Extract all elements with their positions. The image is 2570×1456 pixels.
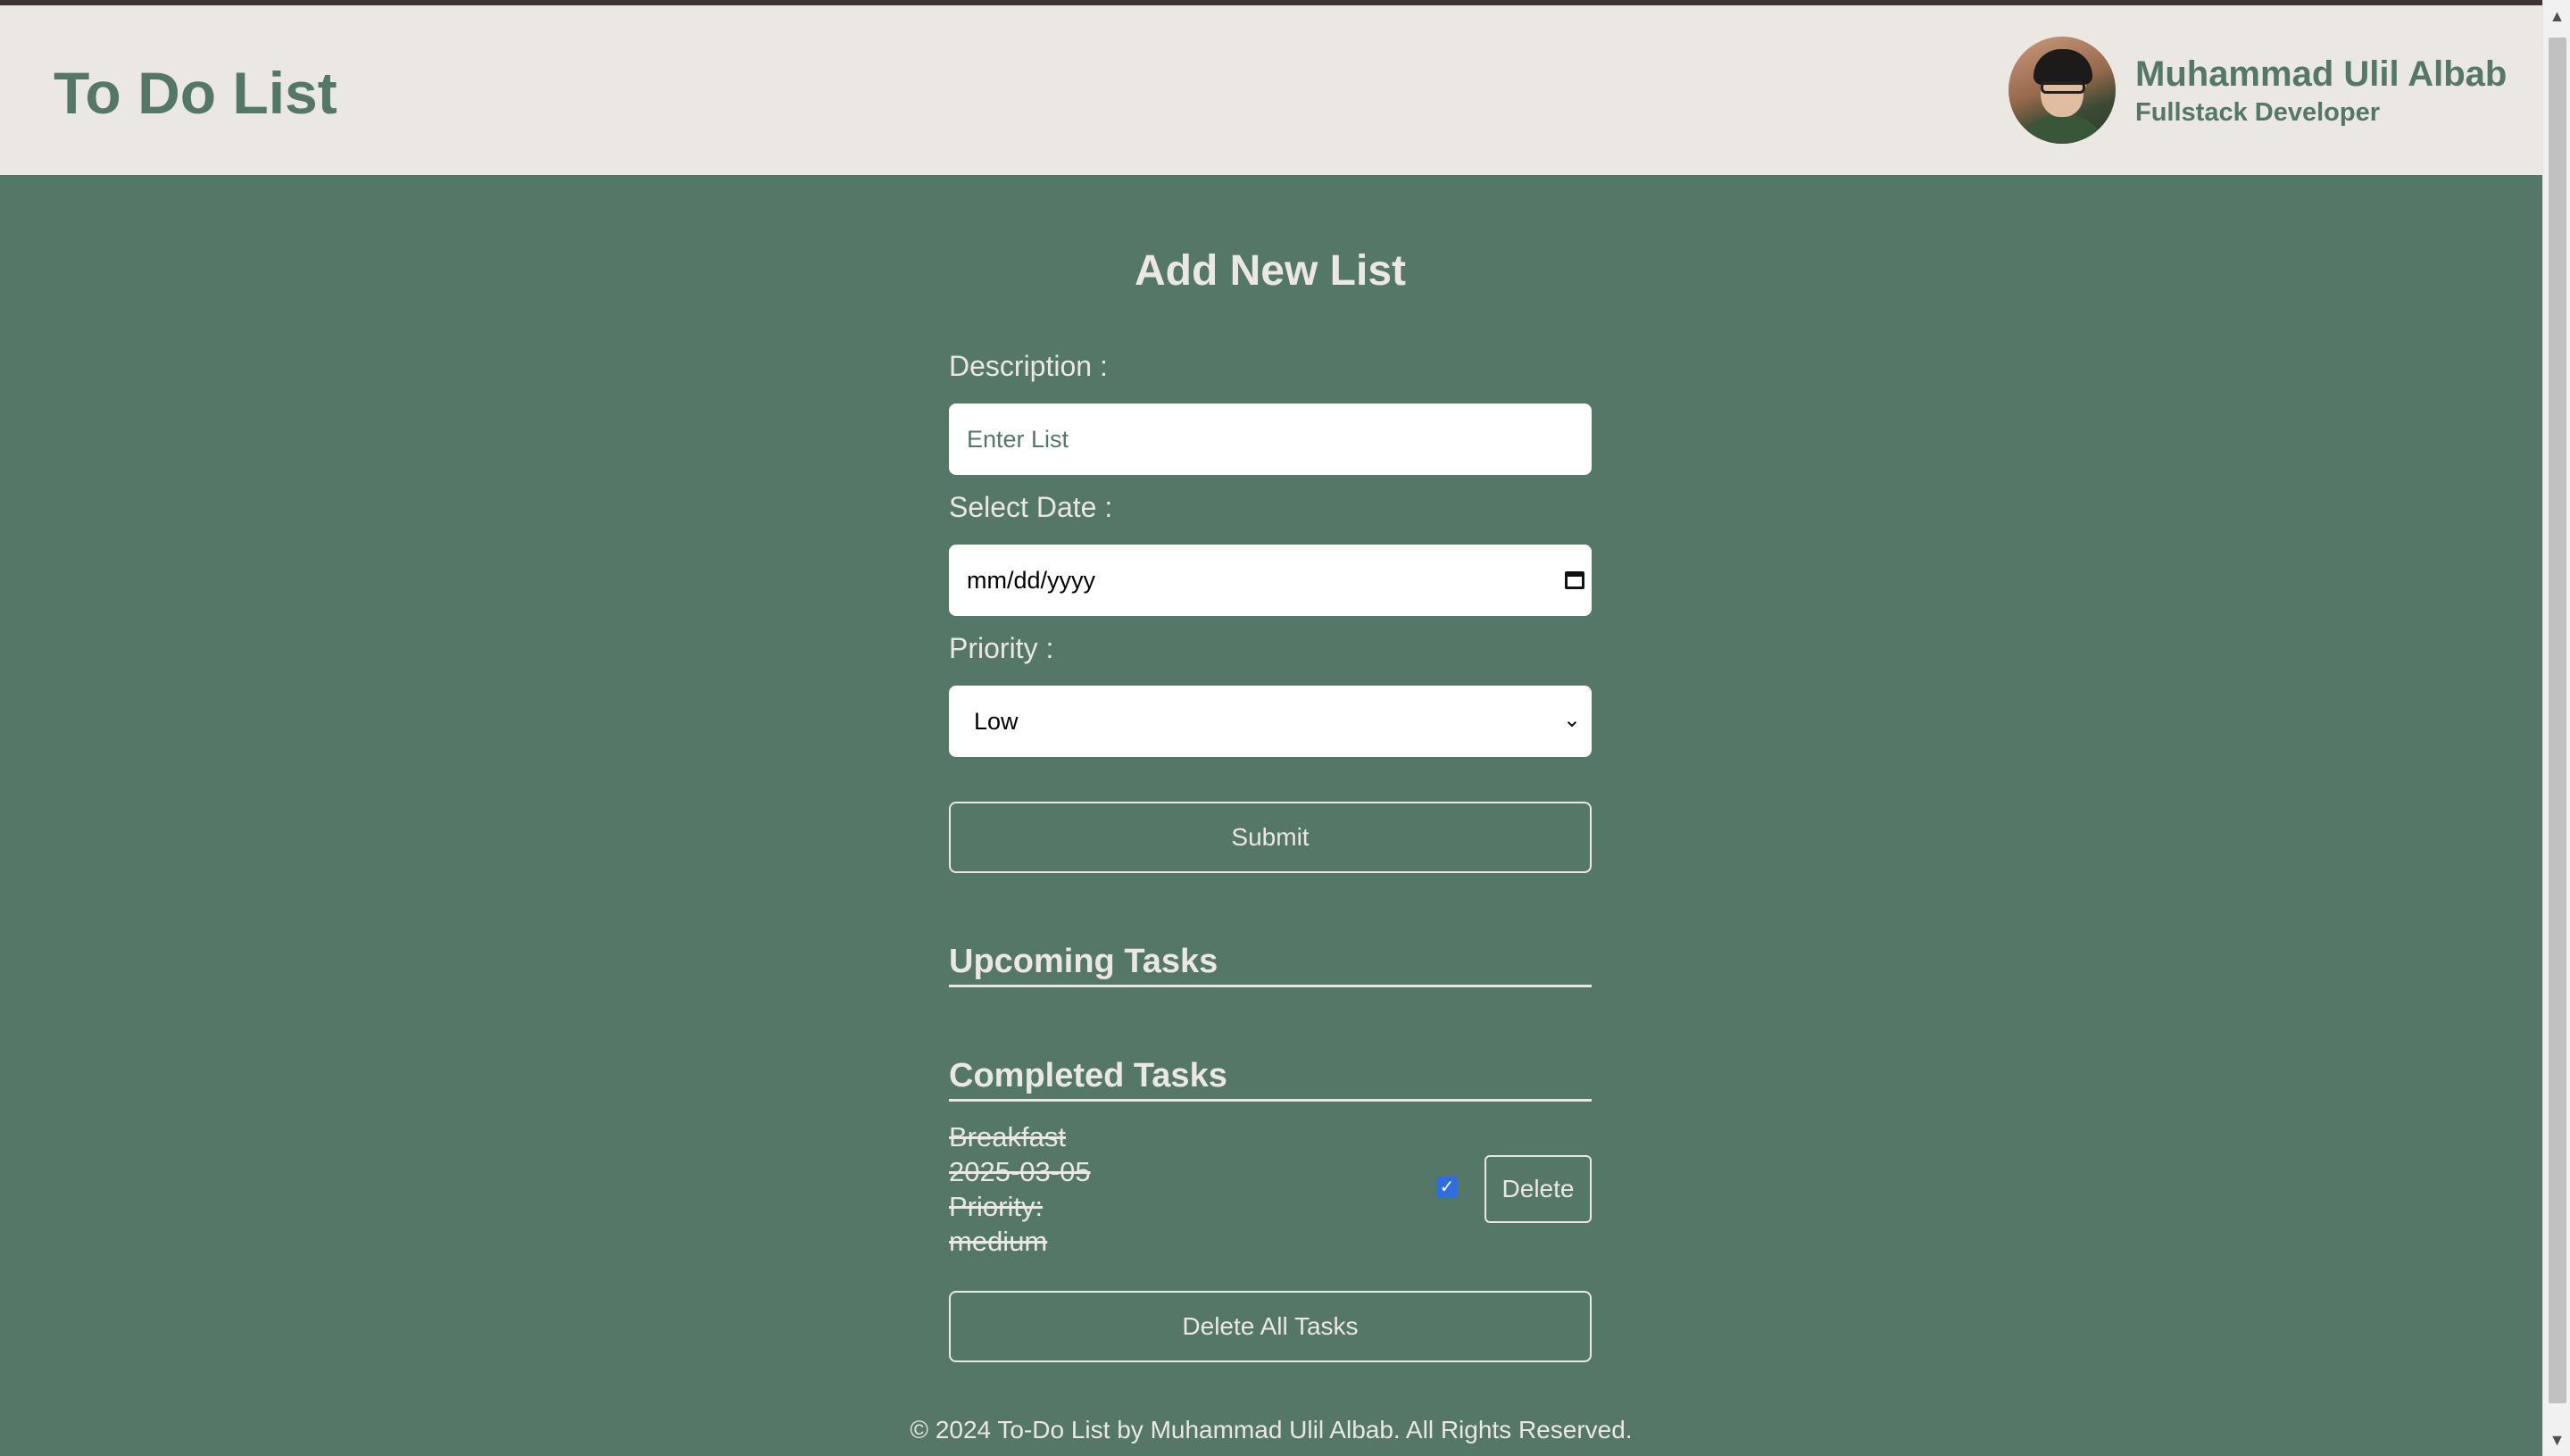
scroll-up-icon[interactable]: ▲ xyxy=(2543,0,2570,32)
calendar-icon[interactable] xyxy=(1565,571,1584,589)
scroll-down-icon[interactable]: ▼ xyxy=(2543,1424,2570,1456)
task-priority: medium xyxy=(949,1226,1048,1257)
priority-select[interactable]: Low ⌄ xyxy=(949,686,1592,757)
app-title: To Do List xyxy=(54,60,337,126)
priority-label: Priority : xyxy=(949,632,1054,664)
date-input[interactable]: mm/dd/yyyy xyxy=(949,545,1592,616)
task-date: 2025-03-05 xyxy=(949,1156,1091,1187)
app-header: To Do List Muhammad Ulil Albab Fullstack… xyxy=(0,5,2542,175)
chevron-down-icon: ⌄ xyxy=(1562,708,1581,732)
date-label: Select Date : xyxy=(949,491,1113,523)
priority-selected: Low xyxy=(974,707,1019,735)
profile-name: Muhammad Ulil Albab xyxy=(2135,54,2508,94)
avatar xyxy=(2009,37,2116,144)
task-description: Breakfast xyxy=(949,1121,1066,1152)
profile: Muhammad Ulil Albab Fullstack Developer xyxy=(2009,36,2507,145)
description-input[interactable]: Enter List xyxy=(949,404,1592,475)
submit-button[interactable]: Submit xyxy=(949,802,1592,873)
completed-tasks-title: Completed Tasks xyxy=(949,1057,1592,1102)
task-complete-checkbox[interactable]: ✓ xyxy=(1436,1177,1458,1198)
task-delete-button[interactable]: Delete xyxy=(1485,1155,1592,1223)
scroll-thumb[interactable] xyxy=(2549,37,2566,1403)
profile-text: Muhammad Ulil Albab Fullstack Developer xyxy=(2135,54,2507,128)
task-priority-label: Priority: xyxy=(949,1191,1044,1222)
description-label: Description : xyxy=(949,350,1108,382)
delete-all-tasks-button[interactable]: Delete All Tasks xyxy=(949,1291,1592,1362)
page-scrollbar[interactable]: ▲ ▼ xyxy=(2542,0,2570,1456)
upcoming-tasks-title: Upcoming Tasks xyxy=(949,943,1592,987)
date-value: mm/dd/yyyy xyxy=(967,566,1096,594)
footer-text: © 2024 To-Do List by Muhammad Ulil Albab… xyxy=(910,1416,1633,1444)
form-title: Add New List xyxy=(1134,247,1406,295)
profile-role: Fullstack Developer xyxy=(2135,97,2380,127)
